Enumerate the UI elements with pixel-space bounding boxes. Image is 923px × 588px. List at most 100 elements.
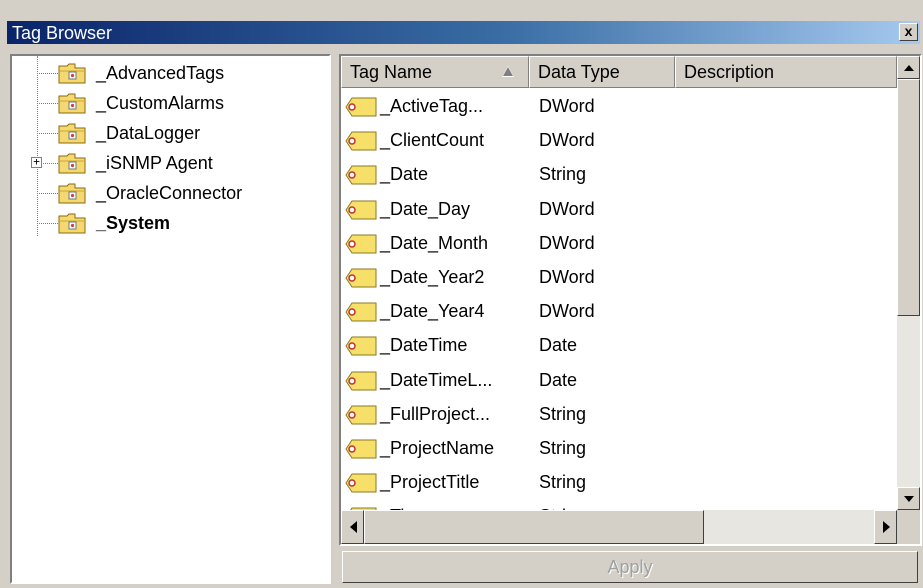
tree-item-label: _CustomAlarms [96, 93, 225, 113]
data-type-cell: Date [539, 369, 578, 390]
tag-icon [345, 268, 377, 288]
tag-name-cell: _Date [380, 164, 429, 185]
sort-ascending-icon [502, 66, 514, 77]
tag-icon [345, 371, 377, 391]
column-header-description[interactable]: Description [675, 56, 897, 88]
tag-name-cell: _ActiveTag... [380, 96, 484, 116]
folder-icon [58, 182, 86, 204]
scroll-right-button[interactable] [874, 510, 897, 544]
arrow-right-icon [883, 521, 890, 533]
tree-item-label: _AdvancedTags [96, 63, 225, 83]
data-type-cell: DWord [539, 301, 595, 322]
tag-name-cell: _ProjectTitle [380, 472, 480, 493]
table-row[interactable]: _ActiveTag... DWord [341, 90, 897, 124]
horizontal-scroll-thumb[interactable] [364, 510, 704, 544]
tag-name-cell: _Date_Day [380, 198, 471, 219]
tree-connector-line [37, 73, 58, 74]
tag-name-cell: _Date_Year2 [380, 267, 485, 287]
close-icon: x [904, 23, 913, 39]
tag-list-view[interactable]: Tag Name Data Type Description _ActiveTa… [339, 54, 922, 546]
table-row[interactable]: _FullProject... String [341, 398, 897, 432]
tag-group-tree[interactable]: _AdvancedTags _CustomAlarms _DataLogger +… [10, 54, 331, 584]
vertical-scroll-thumb[interactable] [897, 79, 920, 316]
scroll-up-button[interactable] [897, 56, 920, 79]
table-row[interactable]: _Date_Day DWord [341, 193, 897, 227]
folder-icon [58, 212, 86, 234]
tree-item-label: _OracleConnector [96, 183, 243, 203]
tag-icon [345, 405, 377, 425]
arrow-down-icon [904, 496, 914, 502]
tag-icon [345, 200, 377, 220]
tag-icon [345, 165, 377, 185]
tree-item-label: _DataLogger [96, 123, 201, 143]
data-type-cell: String [539, 403, 587, 424]
tag-icon [345, 302, 377, 322]
arrow-up-icon [904, 65, 914, 71]
arrow-left-icon [350, 521, 357, 533]
tree-item[interactable]: + _iSNMP Agent [12, 148, 329, 178]
table-row[interactable]: _ProjectName String [341, 432, 897, 466]
table-row[interactable]: _Date_Month DWord [341, 227, 897, 261]
data-type-cell: DWord [539, 130, 595, 151]
tag-icon [345, 97, 377, 117]
tree-item[interactable]: _OracleConnector [12, 178, 329, 208]
tree-item[interactable]: _DataLogger [12, 118, 329, 148]
tree-connector-line [37, 133, 58, 134]
folder-icon [58, 92, 86, 114]
scroll-left-button[interactable] [341, 510, 364, 544]
data-type-cell: String [539, 164, 587, 185]
data-type-cell: String [539, 438, 587, 458]
column-header-tag-name[interactable]: Tag Name [341, 56, 529, 88]
column-header-data-type[interactable]: Data Type [529, 56, 675, 88]
table-row[interactable]: _Date String [341, 158, 897, 192]
tag-name-cell: _FullProject... [380, 403, 491, 424]
table-row[interactable]: _Date_Year4 DWord [341, 295, 897, 329]
tag-name-cell: _ClientCount [380, 130, 485, 151]
tree-item-label: _iSNMP Agent [96, 153, 213, 173]
table-row[interactable]: _ProjectTitle String [341, 466, 897, 500]
tag-name-cell: _DateTimeL... [380, 369, 493, 390]
tag-icon [345, 336, 377, 356]
tree-connector-line [37, 103, 58, 104]
horizontal-scrollbar[interactable] [341, 510, 897, 544]
tag-name-cell: _Date_Month [380, 232, 489, 253]
close-button[interactable]: x [899, 23, 918, 41]
tag-rows: _ActiveTag... DWord _ClientCount DWord _Da… [341, 90, 897, 510]
scroll-down-button[interactable] [897, 487, 920, 510]
tree-item-label: _System [96, 213, 171, 233]
tree-item[interactable]: _System [12, 208, 329, 238]
table-row[interactable]: _ClientCount DWord [341, 124, 897, 158]
folder-icon [58, 122, 86, 144]
data-type-cell: DWord [539, 232, 595, 253]
tree-item[interactable]: _CustomAlarms [12, 88, 329, 118]
column-header-label: Tag Name [350, 62, 433, 82]
table-row[interactable]: _Date_Year2 DWord [341, 261, 897, 295]
tag-icon [345, 439, 377, 459]
tag-icon [345, 473, 377, 493]
column-headers: Tag Name Data Type Description [341, 56, 897, 88]
expand-icon[interactable]: + [31, 156, 42, 168]
title-bar[interactable]: Tag Browser x [7, 21, 920, 44]
tag-icon [345, 131, 377, 151]
tree-item[interactable]: _AdvancedTags [12, 58, 329, 88]
folder-icon [58, 152, 86, 174]
vertical-scrollbar[interactable] [897, 56, 920, 510]
tag-name-cell: _DateTime [380, 335, 468, 356]
table-row[interactable]: _TimeString [341, 500, 897, 510]
tree-connector-line [37, 193, 58, 194]
scrollbar-corner [897, 510, 920, 544]
data-type-cell: String [539, 472, 587, 493]
data-type-cell: DWord [539, 96, 595, 116]
data-type-cell: DWord [539, 267, 595, 287]
tag-icon [345, 234, 377, 254]
tag-name-cell: _ProjectName [380, 438, 495, 458]
column-header-label: Data Type [538, 62, 620, 82]
window-title: Tag Browser [12, 23, 113, 43]
table-row[interactable]: _DateTime Date [341, 329, 897, 363]
table-row[interactable]: _DateTimeL... Date [341, 364, 897, 398]
tag-name-cell: _Date_Year4 [380, 301, 485, 322]
apply-button[interactable]: Apply [342, 551, 918, 583]
data-type-cell: Date [539, 335, 578, 356]
column-header-label: Description [684, 62, 775, 82]
data-type-cell: DWord [539, 198, 595, 219]
